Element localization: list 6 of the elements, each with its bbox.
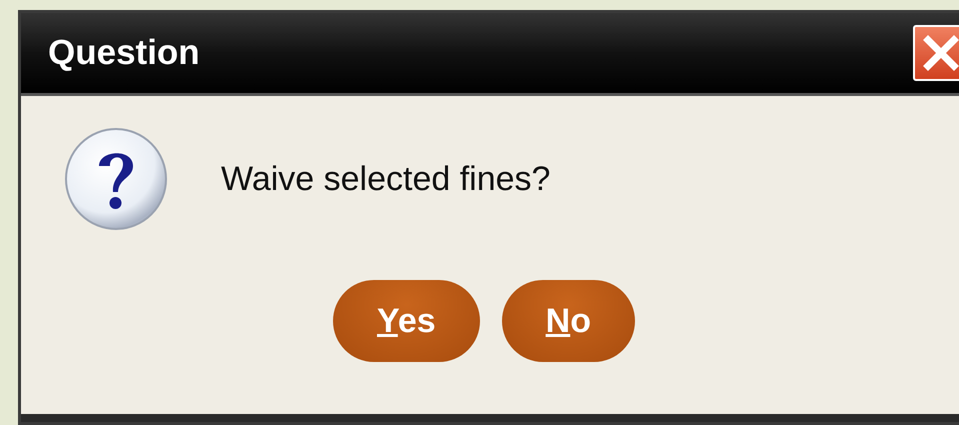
close-button[interactable] xyxy=(913,25,959,81)
question-icon xyxy=(63,126,169,232)
dialog-button[interactable]: No xyxy=(502,280,635,362)
message-text: Waive selected fines? xyxy=(221,160,550,198)
dialog-button[interactable]: Yes xyxy=(333,280,480,362)
window-title: Question xyxy=(48,33,200,73)
